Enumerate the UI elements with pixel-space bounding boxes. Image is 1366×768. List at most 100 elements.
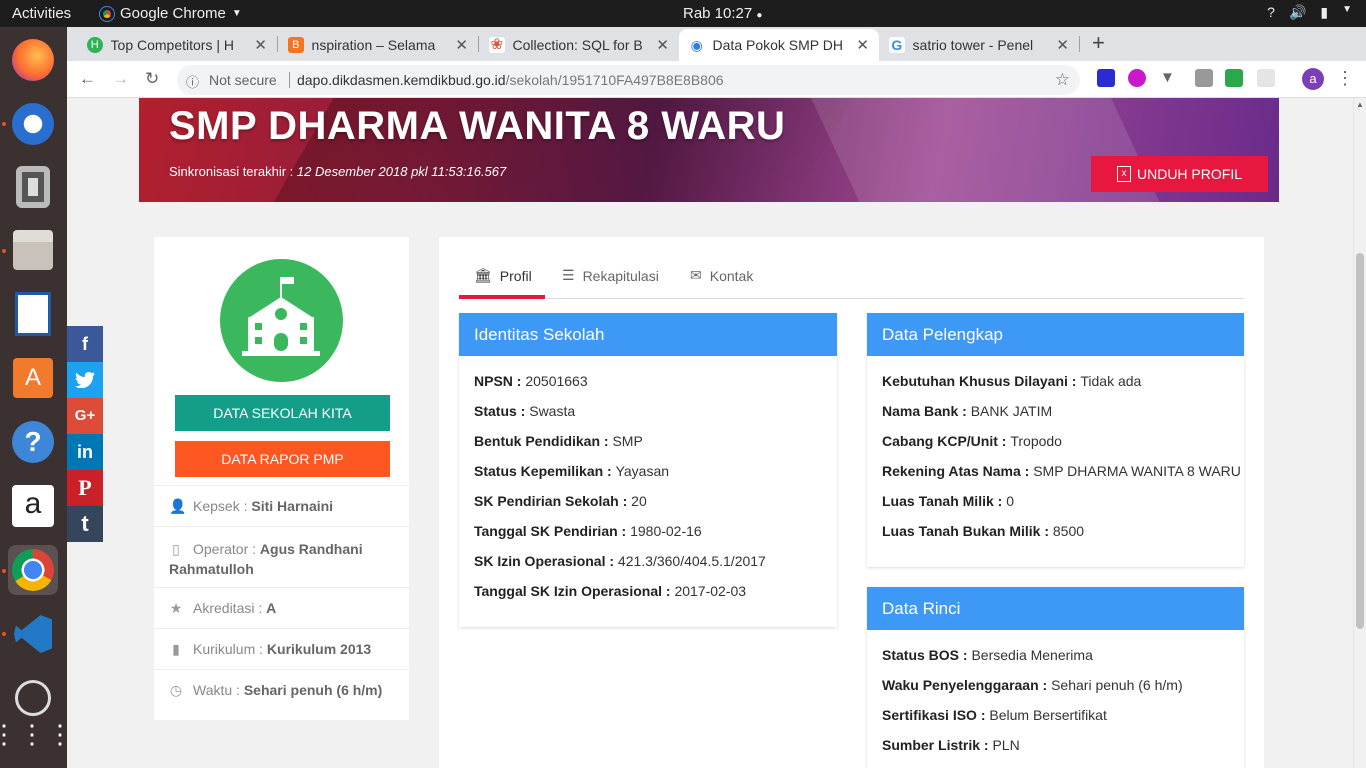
- system-tray[interactable]: ? 🔊 ▮ ▼: [1267, 4, 1352, 21]
- app-menu[interactable]: Google Chrome ▼: [99, 5, 242, 22]
- bookmark-star-icon[interactable]: ☆: [1055, 70, 1070, 90]
- info-row: Nama Bank : BANK JATIM: [867, 396, 1244, 426]
- tab-kontak[interactable]: ✉ Kontak: [690, 267, 753, 284]
- row-key: Rekening Atas Nama :: [882, 463, 1034, 479]
- pinterest-share-button[interactable]: P: [67, 470, 103, 506]
- info-row: Rekening Atas Nama : SMP DHARMA WANITA 8…: [867, 456, 1244, 486]
- excel-icon: x: [1116, 166, 1131, 182]
- tab-favicon-icon: B: [288, 37, 304, 53]
- scrollbar-thumb[interactable]: [1356, 253, 1364, 629]
- info-icon[interactable]: ⓘ: [186, 72, 199, 91]
- chrome-icon[interactable]: [8, 545, 58, 595]
- browser-tab[interactable]: H Top Competitors | H ✕: [77, 29, 277, 61]
- tab-title: satrio tower - Penel: [912, 37, 1034, 53]
- download-profile-button[interactable]: x UNDUH PROFIL: [1091, 156, 1268, 192]
- info-row: Tanggal SK Izin Operasional : 2017-02-03: [459, 576, 837, 606]
- browser-tab[interactable]: ❀ Collection: SQL for B ✕: [479, 29, 679, 61]
- tab-favicon-icon: ❀: [489, 36, 505, 53]
- extension-icon[interactable]: [1195, 69, 1213, 87]
- google-plus-share-button[interactable]: G+: [67, 398, 103, 434]
- scroll-up-icon[interactable]: ▲: [1356, 100, 1364, 109]
- info-row: Cabang KCP/Unit : Tropodo: [867, 426, 1244, 456]
- close-icon[interactable]: ✕: [455, 36, 468, 54]
- amazon-icon[interactable]: a: [8, 481, 58, 531]
- chevron-down-icon: ▼: [231, 8, 242, 19]
- forward-button[interactable]: →: [112, 69, 129, 89]
- back-button[interactable]: ←: [79, 69, 96, 89]
- tab-separator: [1079, 36, 1080, 52]
- close-icon[interactable]: ✕: [254, 36, 267, 54]
- info-row: Bentuk Pendidikan : SMP: [459, 426, 837, 456]
- row-value: 20501663: [525, 373, 588, 389]
- linkedin-share-button[interactable]: in: [67, 434, 103, 470]
- software-center-icon[interactable]: A: [8, 353, 58, 403]
- row-value: 421.3/360/404.5.1/2017: [617, 553, 766, 569]
- help-icon[interactable]: ?: [1267, 4, 1275, 21]
- tumblr-share-button[interactable]: t: [67, 506, 103, 542]
- address-bar[interactable]: ⓘ Not secure dapo.dikdasmen.kemdikbud.go…: [177, 65, 1080, 95]
- facebook-share-button[interactable]: f: [67, 326, 103, 362]
- security-label: Not secure: [209, 72, 277, 88]
- extension-icon[interactable]: [1257, 69, 1275, 87]
- url-text[interactable]: dapo.dikdasmen.kemdikbud.go.id/sekolah/1…: [297, 72, 724, 88]
- web-page: SMP DHARMA WANITA 8 WARU Sinkronisasi te…: [67, 98, 1353, 768]
- browser-tab[interactable]: G satrio tower - Penel ✕: [879, 29, 1079, 61]
- row-key: Status BOS :: [882, 647, 972, 663]
- row-value: 20: [631, 493, 647, 509]
- thunderbird-icon[interactable]: [8, 99, 58, 149]
- os-top-bar: Activities Google Chrome ▼ Rab 10:27 ● ?…: [0, 0, 1366, 27]
- info-row: Status : Swasta: [459, 396, 837, 426]
- speaker-icon[interactable]: [8, 162, 58, 212]
- row-value: Swasta: [529, 403, 576, 419]
- firefox-icon[interactable]: [8, 35, 58, 85]
- tab-rekapitulasi[interactable]: ☰ Rekapitulasi: [562, 267, 659, 284]
- activities-button[interactable]: Activities: [12, 5, 71, 22]
- info-row: Sumber Listrik : PLN: [867, 730, 1244, 760]
- star-icon: ★: [169, 600, 183, 616]
- info-row: Status Kepemilikan : Yayasan: [459, 456, 837, 486]
- new-tab-button[interactable]: +: [1092, 30, 1105, 56]
- row-value: SMP: [612, 433, 643, 449]
- row-key: Kebutuhan Khusus Dilayani :: [882, 373, 1081, 389]
- close-icon[interactable]: ✕: [1056, 36, 1069, 54]
- data-sekolah-kita-button[interactable]: DATA SEKOLAH KITA: [175, 395, 390, 431]
- operator-label: Operator :: [193, 541, 260, 557]
- extension-icon[interactable]: [1225, 69, 1243, 87]
- file-manager-icon[interactable]: [8, 225, 58, 275]
- row-value: 8500: [1052, 523, 1085, 539]
- running-indicator-icon: [2, 632, 6, 636]
- browser-menu-icon[interactable]: ⋮: [1336, 68, 1354, 89]
- extension-icon[interactable]: [1128, 69, 1146, 87]
- info-row: Luas Tanah Milik : 0: [867, 486, 1244, 516]
- page-scrollbar[interactable]: ▲: [1353, 98, 1366, 768]
- tab-profil[interactable]: 🏛 Profil: [474, 267, 532, 284]
- chevron-down-icon[interactable]: ▼: [1342, 4, 1352, 21]
- help-icon[interactable]: ?: [8, 417, 58, 467]
- reload-button[interactable]: ↻: [145, 69, 159, 89]
- row-key: SK Pendirian Sekolah :: [474, 493, 632, 509]
- browser-tab-active[interactable]: ◉ Data Pokok SMP DH ✕: [679, 29, 879, 61]
- tab-strip: H Top Competitors | H ✕ B nspiration – S…: [67, 27, 1366, 61]
- writer-icon[interactable]: [8, 289, 58, 339]
- close-icon[interactable]: ✕: [656, 36, 669, 54]
- extension-icon[interactable]: [1097, 69, 1115, 87]
- clock[interactable]: Rab 10:27 ●: [683, 5, 762, 22]
- close-icon[interactable]: ✕: [856, 36, 869, 54]
- row-value: Bersedia Menerima: [971, 647, 1093, 663]
- data-rapor-pmp-button[interactable]: DATA RAPOR PMP: [175, 441, 390, 477]
- row-key: Luas Tanah Milik :: [882, 493, 1007, 509]
- twitter-share-button[interactable]: [67, 362, 103, 398]
- school-sidebar: DATA SEKOLAH KITA DATA RAPOR PMP 👤 Kepsek…: [154, 237, 409, 720]
- kurikulum-value: Kurikulum 2013: [266, 641, 372, 657]
- show-apps-icon[interactable]: ⋮⋮⋮: [0, 709, 73, 759]
- vscode-icon[interactable]: [8, 609, 58, 659]
- row-key: Tanggal SK Izin Operasional :: [474, 583, 675, 599]
- tab-title: Collection: SQL for B: [512, 37, 643, 53]
- profile-avatar[interactable]: a: [1302, 68, 1324, 90]
- volume-icon[interactable]: 🔊: [1289, 4, 1306, 21]
- extension-icon[interactable]: ▼: [1160, 69, 1178, 87]
- row-key: SK Izin Operasional :: [474, 553, 618, 569]
- battery-icon[interactable]: ▮: [1320, 4, 1328, 21]
- browser-tab[interactable]: B nspiration – Selama ✕: [278, 29, 478, 61]
- list-icon: ☰: [562, 267, 575, 283]
